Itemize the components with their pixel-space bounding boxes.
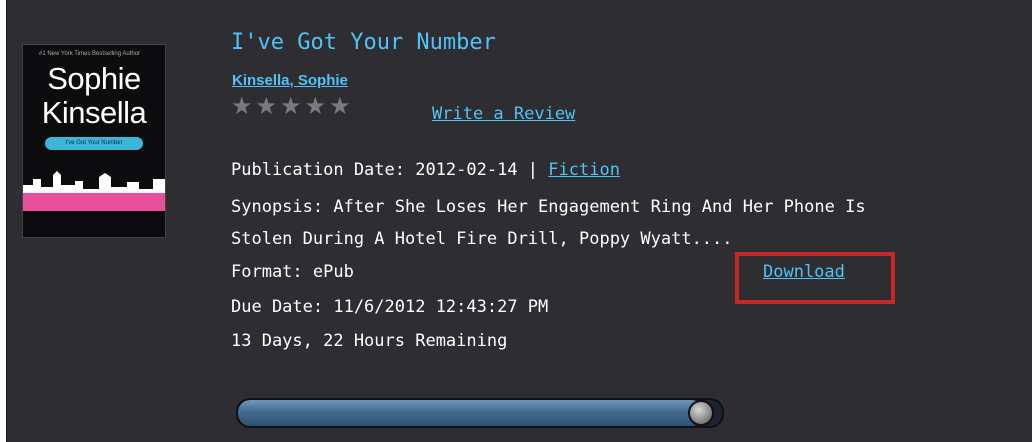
star-icon[interactable]: ★ xyxy=(329,94,351,118)
cover-pink-band xyxy=(23,193,165,211)
cover-author-first: Sophie xyxy=(47,61,141,96)
synopsis-line-1: Synopsis: After She Loses Her Engagement… xyxy=(231,197,866,217)
reading-progress-bar[interactable] xyxy=(236,398,724,428)
progress-fill xyxy=(238,400,703,426)
book-detail-panel: #1 New York Times Bestselling Author Sop… xyxy=(6,0,1032,442)
publication-date: Publication Date: 2012-02-14 | xyxy=(231,160,549,180)
cover-title-badge: I've Got Your Number xyxy=(45,137,143,150)
star-icon[interactable]: ★ xyxy=(231,94,253,118)
book-title: I've Got Your Number xyxy=(231,30,496,55)
cover-author-last: Kinsella xyxy=(41,95,147,130)
star-icon[interactable]: ★ xyxy=(280,94,302,118)
cover-skyline-art xyxy=(23,171,165,193)
download-link[interactable]: Download xyxy=(763,262,845,282)
progress-slider-knob[interactable] xyxy=(687,400,714,426)
star-icon[interactable]: ★ xyxy=(256,94,278,118)
rating-stars[interactable]: ★ ★ ★ ★ ★ xyxy=(231,94,351,118)
due-date-line: Due Date: 11/6/2012 12:43:27 PM xyxy=(231,297,549,317)
format-line: Format: ePub xyxy=(231,262,354,282)
author-link[interactable]: Kinsella, Sophie xyxy=(232,72,348,89)
publication-line: Publication Date: 2012-02-14 | Fiction xyxy=(231,160,620,180)
cover-tagline: #1 New York Times Bestselling Author xyxy=(39,51,141,57)
genre-link[interactable]: Fiction xyxy=(548,160,620,180)
synopsis-line-2: Stolen During A Hotel Fire Drill, Poppy … xyxy=(231,229,733,249)
remaining-time-line: 13 Days, 22 Hours Remaining xyxy=(231,331,508,351)
write-review-link[interactable]: Write a Review xyxy=(432,104,575,124)
book-cover-image[interactable]: #1 New York Times Bestselling Author Sop… xyxy=(22,44,166,238)
star-icon[interactable]: ★ xyxy=(305,94,327,118)
